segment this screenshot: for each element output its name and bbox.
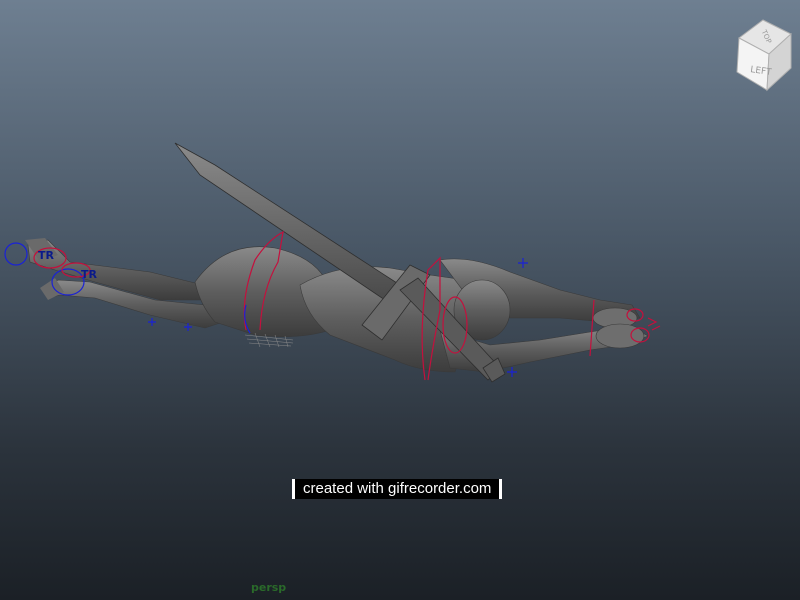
left-foot-ik-control	[4, 242, 28, 266]
knee-pole-left	[148, 318, 156, 326]
elbow-pole-left	[518, 258, 528, 268]
view-cube[interactable]: LEFT TOP	[733, 14, 795, 92]
right-foot-control-label[interactable]: TR	[81, 268, 97, 281]
elbow-pole-right	[507, 367, 517, 377]
fingertip-control	[647, 317, 661, 331]
camera-name-label: persp	[251, 581, 287, 594]
right-hand	[595, 323, 645, 349]
left-foot-control-label[interactable]: TR	[38, 249, 54, 262]
scene-canvas	[4, 142, 661, 383]
gifrecorder-watermark: created with gifrecorder.com	[292, 479, 503, 499]
maya-perspective-viewport[interactable]: TR TR LEFT TOP created with gifrecorder.…	[0, 0, 800, 600]
